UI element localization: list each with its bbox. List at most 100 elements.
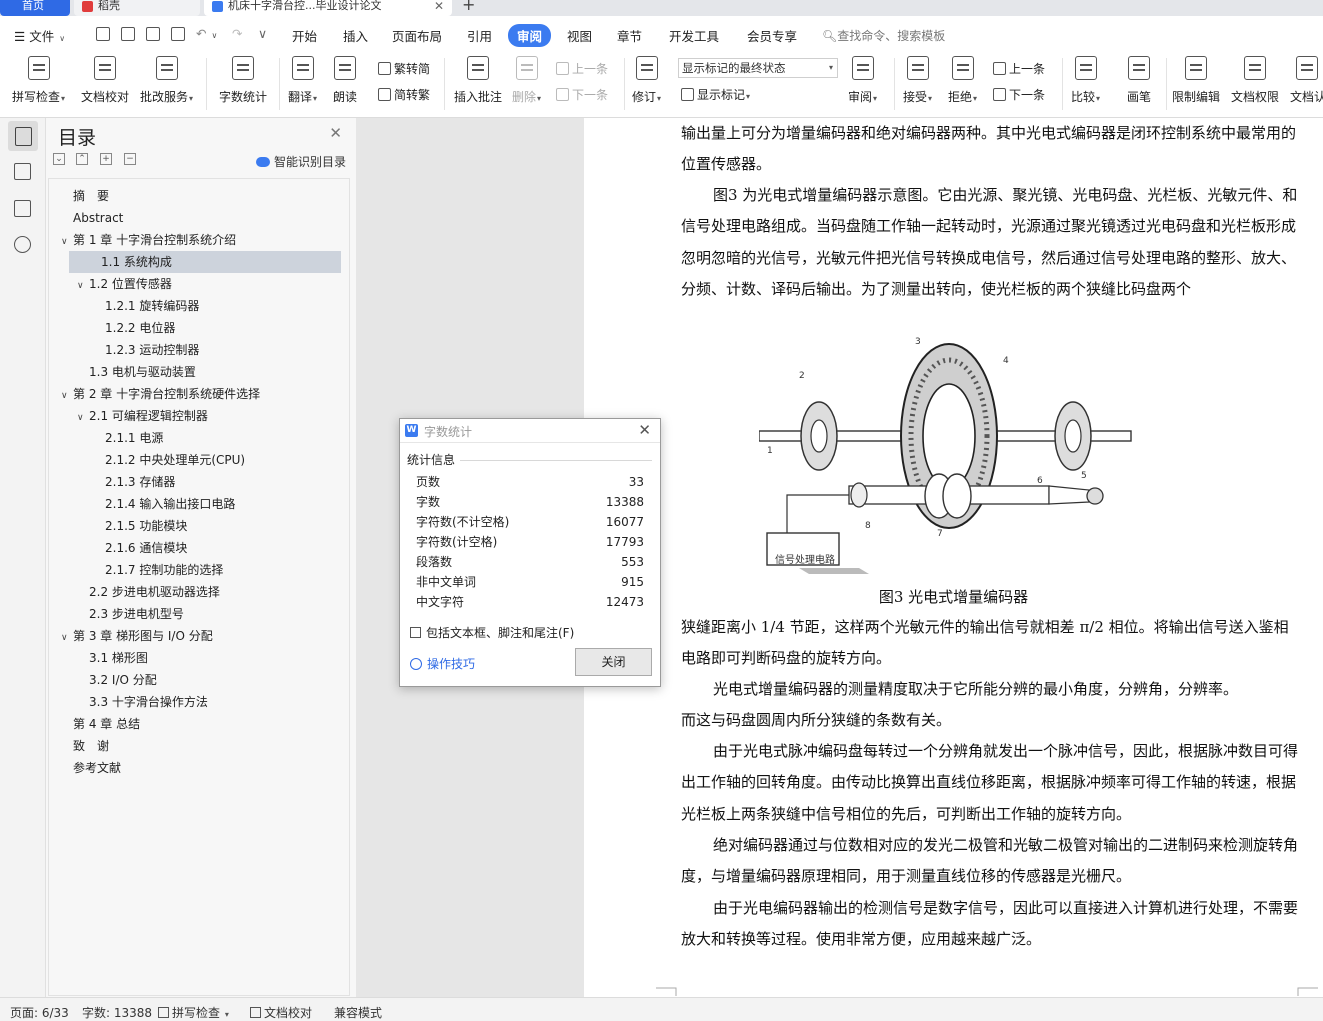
expand-up-icon[interactable]: ⌃ <box>76 153 88 165</box>
trad-to-simp-button[interactable]: 繁转简 <box>378 60 430 77</box>
tab-docer[interactable]: 稻壳 <box>74 0 200 16</box>
status-spellcheck[interactable]: 拼写检查 ▾ <box>158 1004 229 1021</box>
toc-item[interactable]: 1.2.3 运动控制器 <box>93 339 199 361</box>
toc-item[interactable]: 2.3 步进电机型号 <box>77 603 184 625</box>
doc-check-button[interactable]: 文档校对 <box>81 56 129 105</box>
new-tab-button[interactable]: + <box>462 0 475 14</box>
toc-item[interactable]: ∨ 1.2 位置传感器 <box>77 273 172 295</box>
toc-item[interactable]: 3.2 I/O 分配 <box>77 669 157 691</box>
menu-chapter[interactable]: 章节 <box>617 26 642 45</box>
menu-review[interactable]: 审阅 <box>508 24 552 47</box>
toc-item[interactable]: 2.1.3 存储器 <box>93 471 175 493</box>
toc-item[interactable]: 2.1.4 输入输出接口电路 <box>93 493 235 515</box>
next-comment-button[interactable]: 下一条 <box>556 86 608 103</box>
toc-item[interactable]: 摘 要 <box>61 185 109 207</box>
dialog-close-button[interactable]: 关闭 <box>575 648 652 676</box>
doc-auth-icon <box>1296 56 1318 80</box>
redo-icon[interactable]: ↷ <box>232 26 242 41</box>
toc-item[interactable]: ∨ 第 3 章 梯形图与 I/O 分配 <box>61 625 213 647</box>
show-markup-button[interactable]: 显示标记▾ <box>681 86 750 103</box>
toc-item[interactable]: 参考文献 <box>61 757 121 779</box>
search-icon[interactable] <box>14 236 31 253</box>
restrict-edit-button[interactable]: 限制编辑 <box>1172 56 1220 105</box>
toc-item[interactable]: 2.1.1 电源 <box>93 427 163 449</box>
simp-to-trad-button[interactable]: 简转繁 <box>378 86 430 103</box>
navigation-icon[interactable] <box>14 163 31 180</box>
chevron-down-icon[interactable]: ∨ <box>77 275 89 297</box>
file-menu[interactable]: ☰ 文件 ∨ <box>14 26 65 45</box>
close-icon[interactable]: ✕ <box>638 421 651 439</box>
smart-toc-button[interactable]: 智能识别目录 <box>255 153 346 170</box>
spellcheck-button[interactable]: 拼写检查▾ <box>12 56 65 105</box>
toc-item[interactable]: 1.2.2 电位器 <box>93 317 175 339</box>
word-count-button[interactable]: 字数统计 <box>219 56 267 105</box>
toc-item[interactable]: ∨ 第 2 章 十字滑台控制系统硬件选择 <box>61 383 260 405</box>
toc-item[interactable]: 1.3 电机与驱动装置 <box>77 361 196 383</box>
chevron-down-icon[interactable]: ∨ <box>61 385 73 407</box>
toc-panel-icon[interactable] <box>8 121 38 151</box>
toc-item[interactable]: 1.1 系统构成 <box>69 251 341 273</box>
next-change-button[interactable]: 下一条 <box>993 86 1045 103</box>
batch-service-button[interactable]: 批改服务▾ <box>140 56 193 105</box>
export-pdf-icon[interactable] <box>121 27 135 41</box>
chevron-down-icon[interactable]: ∨ <box>61 231 73 253</box>
translate-button[interactable]: 翻译▾ <box>288 56 317 105</box>
doc-permission-button[interactable]: 文档权限 <box>1231 56 1279 105</box>
remove-heading-icon[interactable]: − <box>124 153 136 165</box>
tips-link[interactable]: 操作技巧 <box>410 655 475 672</box>
menu-start[interactable]: 开始 <box>292 26 317 45</box>
accept-button[interactable]: 接受▾ <box>903 56 932 105</box>
toc-item[interactable]: 2.1.7 控制功能的选择 <box>93 559 223 581</box>
page-indicator[interactable]: 页面: 6/33 <box>10 1004 69 1021</box>
menu-page-layout[interactable]: 页面布局 <box>392 26 442 45</box>
collapse-all-icon[interactable]: ⌄ <box>53 153 65 165</box>
command-search[interactable]: 🔍︎查找命令、搜索模板 <box>822 27 945 44</box>
menu-insert[interactable]: 插入 <box>343 26 368 45</box>
toc-item[interactable]: 第 4 章 总结 <box>61 713 140 735</box>
print-icon[interactable] <box>146 27 160 41</box>
undo-icon[interactable]: ↶ ∨ <box>196 26 217 41</box>
compare-button[interactable]: 比较▾ <box>1071 56 1100 105</box>
pen-button[interactable]: 画笔 <box>1127 56 1151 105</box>
save-icon[interactable] <box>96 27 110 41</box>
menu-developer[interactable]: 开发工具 <box>669 26 719 45</box>
toc-item[interactable]: 2.1.6 通信模块 <box>93 537 187 559</box>
toc-item[interactable]: 2.2 步进电机驱动器选择 <box>77 581 220 603</box>
prev-comment-button[interactable]: 上一条 <box>556 60 608 77</box>
toc-item[interactable]: 3.3 十字滑台操作方法 <box>77 691 208 713</box>
prev-change-button[interactable]: 上一条 <box>993 60 1045 77</box>
toc-item[interactable]: Abstract <box>61 207 123 229</box>
doc-auth-button[interactable]: 文档认 <box>1290 56 1323 105</box>
toc-item[interactable]: 1.2.1 旋转编码器 <box>93 295 199 317</box>
toc-item[interactable]: 2.1.5 功能模块 <box>93 515 187 537</box>
dialog-titlebar[interactable]: W 字数统计 ✕ <box>400 419 660 443</box>
menu-member[interactable]: 会员专享 <box>747 26 797 45</box>
toc-item[interactable]: 3.1 梯形图 <box>77 647 148 669</box>
review-pane-button[interactable]: 审阅▾ <box>848 56 877 105</box>
close-icon[interactable]: ✕ <box>329 124 342 142</box>
word-count-indicator[interactable]: 字数: 13388 <box>82 1004 152 1021</box>
menu-view[interactable]: 视图 <box>567 26 592 45</box>
status-proofread[interactable]: 文档校对 <box>250 1004 312 1021</box>
print-preview-icon[interactable] <box>171 27 185 41</box>
toc-item[interactable]: 致 谢 <box>61 735 109 757</box>
tab-document[interactable]: 机床十字滑台控...毕业设计论文 ✕ <box>204 0 452 16</box>
quick-access-more-icon[interactable]: ∨ <box>258 26 267 41</box>
delete-comment-button[interactable]: 删除▾ <box>512 56 541 105</box>
toc-item[interactable]: ∨ 第 1 章 十字滑台控制系统介绍 <box>61 229 236 251</box>
reject-button[interactable]: 拒绝▾ <box>948 56 977 105</box>
chevron-down-icon[interactable]: ∨ <box>77 407 89 429</box>
read-aloud-button[interactable]: 朗读 <box>333 56 357 105</box>
add-heading-icon[interactable]: + <box>100 153 112 165</box>
toc-item[interactable]: ∨ 2.1 可编程逻辑控制器 <box>77 405 208 427</box>
close-icon[interactable]: ✕ <box>434 0 444 16</box>
tab-home[interactable]: 首页 <box>0 0 70 16</box>
revise-button[interactable]: 修订▾ <box>632 56 661 105</box>
chevron-down-icon[interactable]: ∨ <box>61 627 73 649</box>
insert-comment-button[interactable]: 插入批注 <box>454 56 502 105</box>
menu-reference[interactable]: 引用 <box>467 26 492 45</box>
include-textbox-checkbox[interactable]: 包括文本框、脚注和尾注(F) <box>410 624 574 641</box>
markup-state-select[interactable]: 显示标记的最终状态 ▾ <box>678 58 838 78</box>
toc-item[interactable]: 2.1.2 中央处理单元(CPU) <box>93 449 245 471</box>
bookmark-icon[interactable] <box>14 200 31 217</box>
